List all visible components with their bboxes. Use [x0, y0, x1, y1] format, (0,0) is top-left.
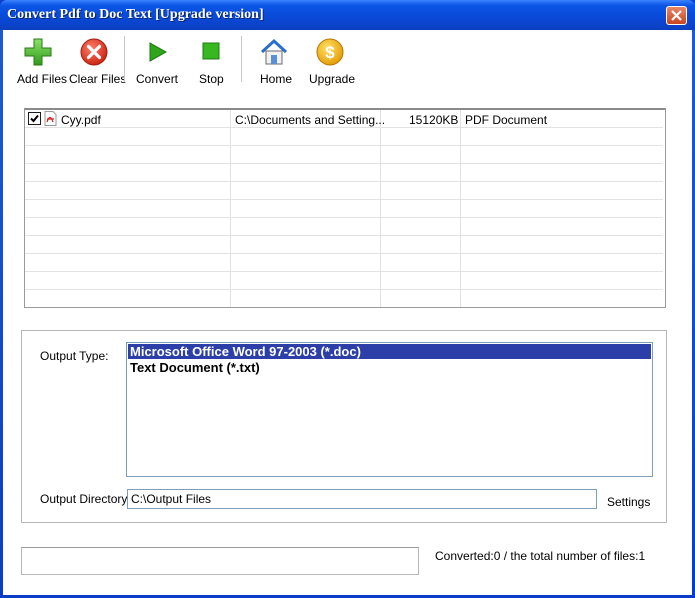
- title-bar[interactable]: Convert Pdf to Doc Text [Upgrade version…: [0, 0, 695, 30]
- file-type: PDF Document: [465, 113, 548, 127]
- table-row: [25, 128, 663, 146]
- stop-label: Stop: [199, 72, 224, 86]
- table-row: [25, 146, 663, 164]
- svg-text:$: $: [325, 43, 335, 62]
- home-icon: [260, 38, 288, 65]
- checkbox-checked-icon: [28, 112, 41, 125]
- upgrade-label: Upgrade: [309, 72, 356, 86]
- toolbar-separator: [124, 36, 126, 82]
- progress-bar: [21, 547, 419, 575]
- output-directory-label: Output Directory:: [40, 492, 131, 506]
- output-type-list[interactable]: Microsoft Office Word 97-2003 (*.doc) Te…: [126, 342, 653, 477]
- window-title: Convert Pdf to Doc Text [Upgrade version…: [7, 7, 264, 22]
- table-row: [25, 164, 663, 182]
- column-divider: [665, 110, 666, 308]
- output-type-option-txt[interactable]: Text Document (*.txt): [128, 360, 651, 375]
- settings-link[interactable]: Settings: [607, 495, 650, 509]
- add-files-label: Add Files: [17, 72, 68, 86]
- file-size: 15120KB: [409, 113, 459, 127]
- table-row: [25, 200, 663, 218]
- pdf-file-icon: [44, 111, 57, 129]
- convert-label: Convert: [136, 72, 179, 86]
- stop-icon: [202, 42, 220, 60]
- home-label: Home: [260, 72, 293, 86]
- output-type-label: Output Type:: [40, 349, 109, 363]
- plus-icon: [24, 38, 52, 66]
- table-row: [25, 182, 663, 200]
- close-button[interactable]: [666, 6, 687, 25]
- file-row[interactable]: Cyy.pdf C:\Documents and Setting... 1512…: [25, 110, 663, 128]
- output-type-option-doc[interactable]: Microsoft Office Word 97-2003 (*.doc): [128, 344, 651, 359]
- clear-icon: [80, 38, 108, 66]
- file-list[interactable]: Cyy.pdf C:\Documents and Setting... 1512…: [24, 108, 666, 308]
- table-row: [25, 272, 663, 290]
- status-text: Converted:0 / the total number of files:…: [435, 549, 646, 563]
- app-window: Convert Pdf to Doc Text [Upgrade version…: [0, 0, 695, 598]
- toolbar: Add Files Clear Files Convert Stop Home …: [3, 30, 692, 90]
- table-row: [25, 236, 663, 254]
- client-area: Add Files Clear Files Convert Stop Home …: [3, 30, 692, 595]
- file-name: Cyy.pdf: [61, 113, 101, 127]
- output-settings-group: Output Type: Microsoft Office Word 97-20…: [21, 330, 667, 523]
- dollar-coin-icon: $: [316, 38, 344, 66]
- table-row: [25, 254, 663, 272]
- toolbar-separator: [241, 36, 243, 82]
- file-path: C:\Documents and Setting...: [235, 113, 386, 127]
- play-icon: [149, 42, 168, 62]
- clear-files-label: Clear Files: [69, 72, 127, 86]
- close-icon: [671, 10, 682, 21]
- table-row: [25, 290, 663, 307]
- table-row: [25, 218, 663, 236]
- file-checkbox[interactable]: [28, 112, 41, 128]
- output-directory-input[interactable]: [127, 489, 597, 509]
